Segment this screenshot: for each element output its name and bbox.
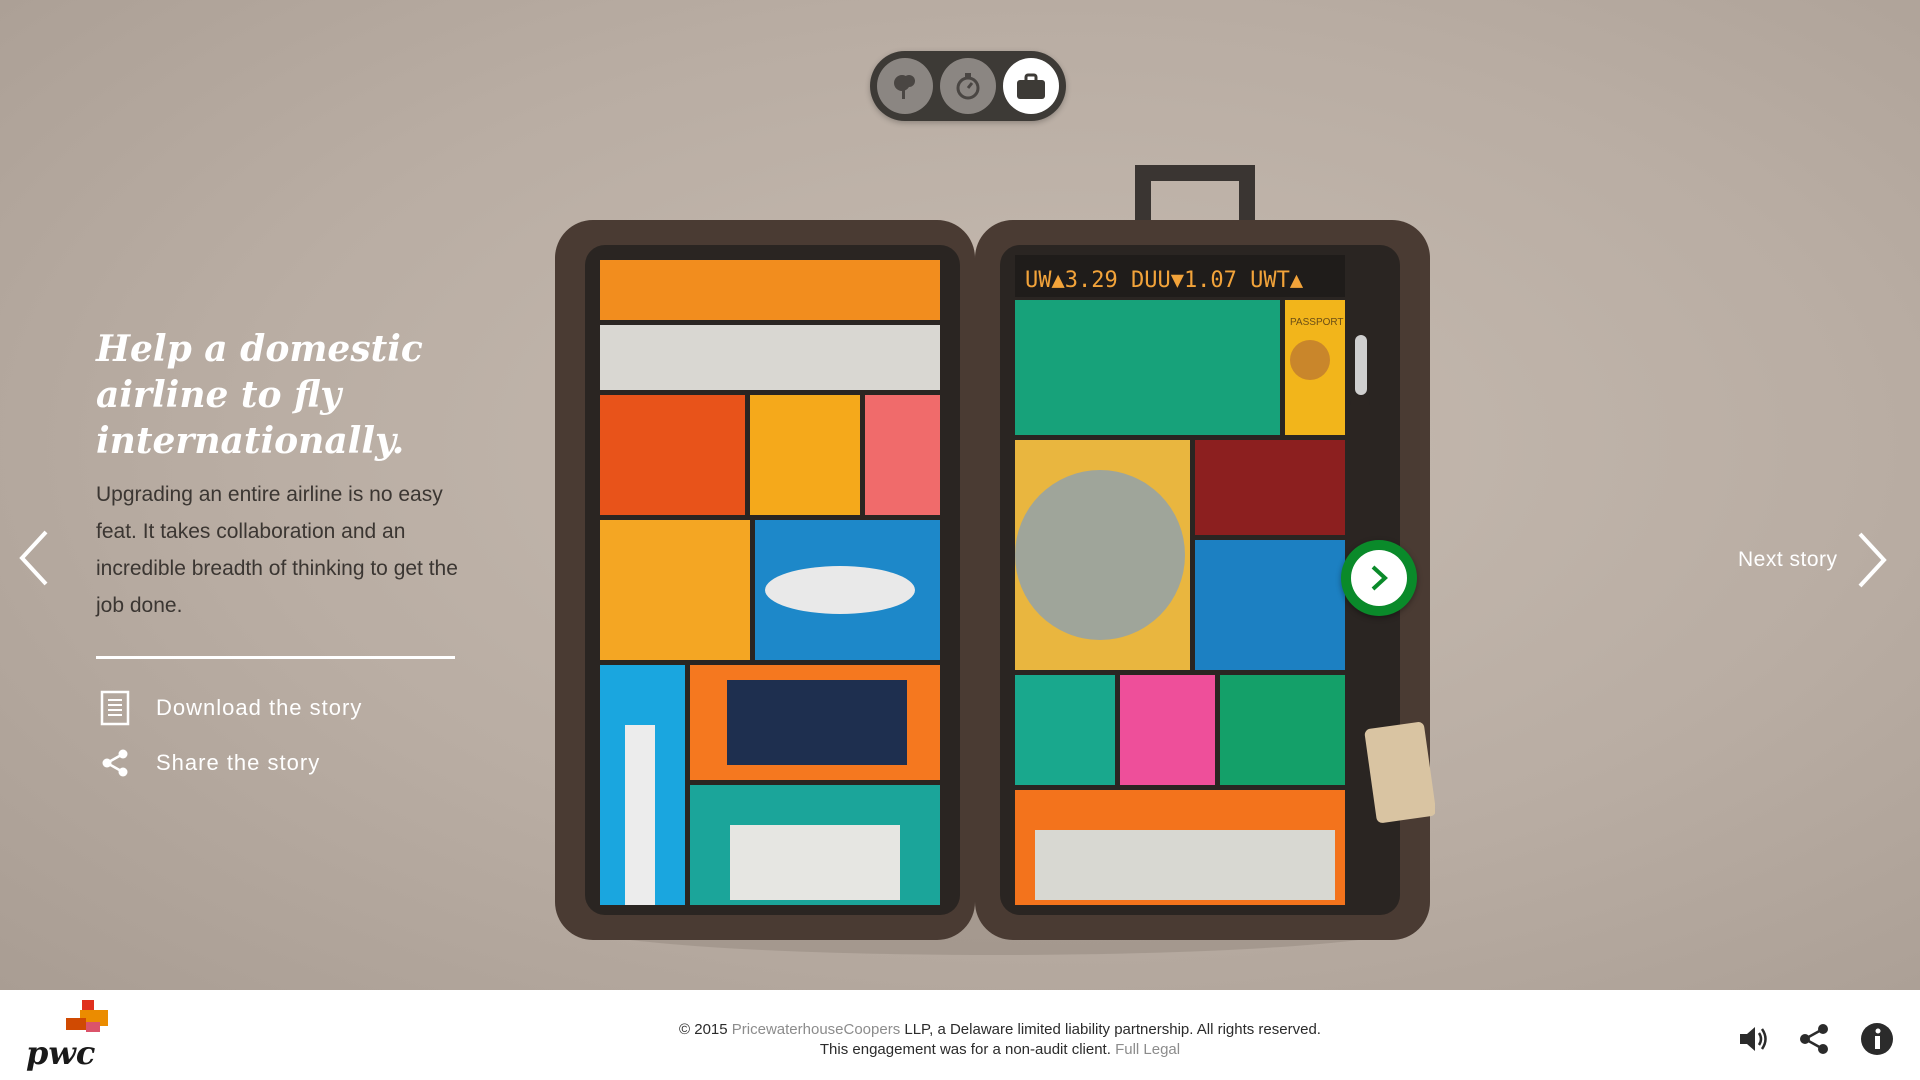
story-stage: Help a domestic airline to fly internati… bbox=[0, 0, 1920, 990]
pwc-logo[interactable]: pwc bbox=[26, 1000, 126, 1072]
share-story-label: Share the story bbox=[156, 750, 321, 775]
info-button[interactable] bbox=[1860, 1022, 1894, 1061]
copyright-suffix: LLP, a Delaware limited liability partne… bbox=[900, 1021, 1321, 1038]
suitcase-illustration: UW▲3.29 DUU▼1.07 UWT▲ PASSPORT bbox=[555, 165, 1435, 955]
footer-share-button[interactable] bbox=[1797, 1022, 1831, 1061]
sound-button[interactable] bbox=[1736, 1022, 1770, 1061]
tree-icon bbox=[894, 75, 915, 99]
passport-text: PASSPORT bbox=[1290, 317, 1344, 328]
share-icon bbox=[1800, 1024, 1828, 1054]
next-hotspot-button[interactable] bbox=[1341, 540, 1417, 616]
chevron-right-icon bbox=[1858, 532, 1887, 588]
next-story-label: Next story bbox=[1738, 548, 1838, 571]
switcher-stopwatch-button[interactable] bbox=[940, 58, 996, 114]
ticker-text: UW▲3.29 DUU▼1.07 UWT▲ bbox=[1025, 268, 1304, 293]
chevron-left-icon bbox=[19, 530, 48, 586]
engagement-text: This engagement was for a non-audit clie… bbox=[819, 1041, 1116, 1058]
chevron-right-icon bbox=[1371, 565, 1388, 591]
download-story-link[interactable]: Download the story bbox=[100, 690, 362, 726]
copyright-notice: © 2015 PricewaterhouseCoopers LLP, a Del… bbox=[560, 1020, 1440, 1060]
document-icon bbox=[100, 690, 130, 726]
story-divider bbox=[96, 656, 455, 659]
full-legal-link[interactable]: Full Legal bbox=[1115, 1041, 1180, 1058]
speaker-icon bbox=[1740, 1027, 1767, 1051]
download-story-label: Download the story bbox=[156, 695, 363, 720]
info-icon bbox=[1861, 1023, 1893, 1055]
story-switcher bbox=[870, 51, 1066, 121]
stopwatch-icon bbox=[956, 73, 980, 100]
switcher-briefcase-button[interactable] bbox=[1003, 58, 1059, 114]
pwc-logo-text: pwc bbox=[26, 1034, 96, 1072]
switcher-tree-button[interactable] bbox=[877, 58, 933, 114]
previous-story-button[interactable] bbox=[16, 528, 52, 593]
story-title: Help a domestic airline to fly internati… bbox=[96, 328, 423, 462]
company-link[interactable]: PricewaterhouseCoopers bbox=[732, 1021, 900, 1038]
briefcase-icon bbox=[1017, 73, 1045, 99]
share-story-link[interactable]: Share the story bbox=[100, 748, 320, 778]
next-story-button[interactable]: Next story bbox=[1738, 530, 1890, 590]
copyright-prefix: © 2015 bbox=[679, 1021, 732, 1038]
story-description: Upgrading an entire airline is no easy f… bbox=[96, 483, 458, 617]
share-icon bbox=[102, 749, 128, 777]
